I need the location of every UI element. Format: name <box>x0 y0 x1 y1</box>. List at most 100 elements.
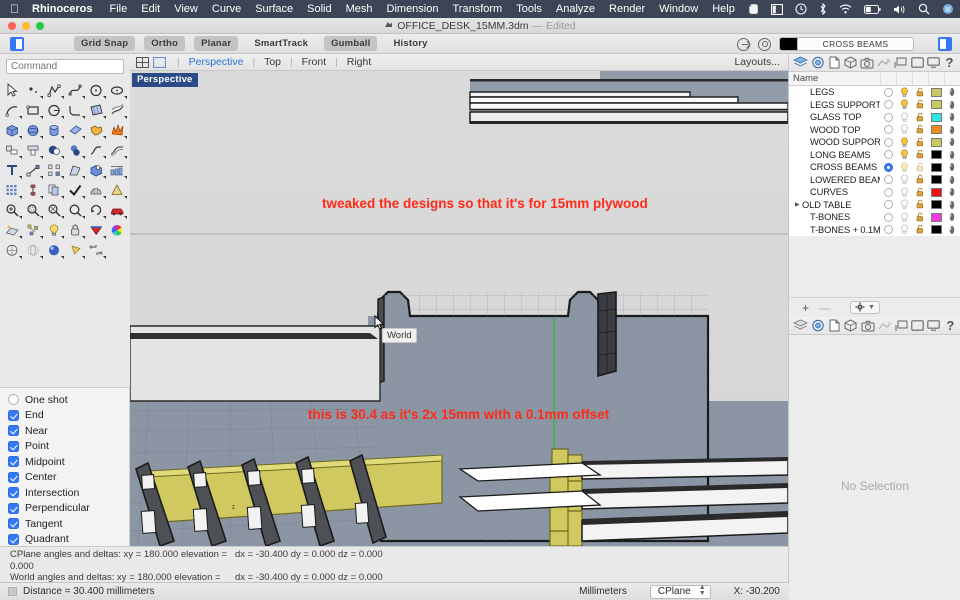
table-row[interactable]: CROSS BEAMS <box>789 161 960 174</box>
layer-current-toggle[interactable] <box>880 212 896 222</box>
osnap-midpoint-checkbox[interactable] <box>8 456 19 468</box>
zoom-window-icon[interactable] <box>23 200 44 220</box>
color-swatch[interactable] <box>930 212 942 222</box>
osnap-center-checkbox[interactable] <box>8 471 19 483</box>
wifi-icon[interactable] <box>833 4 858 14</box>
layer-material[interactable] <box>944 225 960 235</box>
osnap-point[interactable]: Point <box>8 439 129 455</box>
toggle-smarttrack[interactable]: SmartTrack <box>247 36 315 51</box>
mesh-icon[interactable] <box>86 180 107 200</box>
menu-solid[interactable]: Solid <box>300 3 338 15</box>
camera-icon[interactable] <box>860 56 874 70</box>
box-icon[interactable] <box>2 120 23 140</box>
explode-icon[interactable] <box>107 120 128 140</box>
display-icon[interactable] <box>895 319 908 333</box>
globe-icon[interactable] <box>936 3 960 15</box>
layer-color-swatch[interactable] <box>928 112 944 122</box>
object-icon[interactable] <box>844 319 857 333</box>
table-row[interactable]: LONG BEAMS <box>789 149 960 162</box>
layer-color-swatch[interactable] <box>928 125 944 135</box>
layer-options-menu[interactable]: ▼ <box>850 301 880 314</box>
osnap-end-checkbox[interactable] <box>8 409 19 421</box>
rendered-view-icon[interactable] <box>44 240 65 260</box>
table-row[interactable]: WOOD SUPPORT <box>789 136 960 149</box>
table-row[interactable]: LOWERED BEAMS <box>789 174 960 187</box>
layer-visibility-toggle[interactable] <box>896 212 912 223</box>
menu-edit[interactable]: Edit <box>134 3 167 15</box>
toggle-planar[interactable]: Planar <box>194 36 239 51</box>
table-row[interactable]: ▶ OLD TABLE <box>789 199 960 212</box>
boolean-difference-icon[interactable] <box>44 140 65 160</box>
layer-color-swatch[interactable] <box>928 200 944 210</box>
color-wheel-icon[interactable] <box>107 220 128 240</box>
layer-color-swatch[interactable] <box>928 100 944 110</box>
color-swatch[interactable] <box>930 137 942 147</box>
layers-icon[interactable] <box>793 319 808 333</box>
lighting-icon[interactable] <box>878 319 892 333</box>
perspective-viewport[interactable]: Perspective z World tweaked the designs … <box>130 71 788 546</box>
osnap-tangent-checkbox[interactable] <box>8 518 19 530</box>
layer-current-toggle[interactable] <box>880 200 896 210</box>
toggle-ortho[interactable]: Ortho <box>144 36 186 51</box>
solid-tools-icon[interactable] <box>86 160 107 180</box>
layer-visibility-toggle[interactable] <box>896 162 912 173</box>
zoom-selected-icon[interactable] <box>44 200 65 220</box>
layer-lock-toggle[interactable] <box>912 187 928 198</box>
layer-lock-toggle[interactable] <box>912 174 928 185</box>
layer-material[interactable] <box>944 100 960 110</box>
close-button[interactable] <box>8 22 16 30</box>
layer-color-swatch[interactable] <box>928 175 944 185</box>
text-icon[interactable] <box>2 160 23 180</box>
circle-icon[interactable] <box>86 80 107 100</box>
menu-mesh[interactable]: Mesh <box>339 3 380 15</box>
cone-icon[interactable] <box>107 180 128 200</box>
layout-icon[interactable] <box>86 240 107 260</box>
lighting-icon[interactable] <box>877 56 891 70</box>
point-icon[interactable] <box>23 80 44 100</box>
check-icon[interactable] <box>65 180 86 200</box>
help-icon[interactable]: ? <box>943 55 956 70</box>
layer-current-toggle[interactable] <box>880 125 896 135</box>
boolean-union-icon[interactable] <box>86 120 107 140</box>
display-icon[interactable] <box>894 56 907 70</box>
table-row[interactable]: WOOD TOP <box>789 124 960 137</box>
layer-visibility-toggle[interactable] <box>896 224 912 235</box>
toggle-history[interactable]: History <box>386 36 434 51</box>
layer-current-toggle[interactable] <box>880 162 896 172</box>
volume-icon[interactable] <box>887 4 912 15</box>
radio-button[interactable] <box>883 125 893 135</box>
layer-list[interactable]: LEGS LEGS SUPPORT GLASS TOP WOOD TOP WOO… <box>789 86 960 236</box>
menu-transform[interactable]: Transform <box>445 3 509 15</box>
layer-visibility-toggle[interactable] <box>896 99 912 110</box>
minimize-button[interactable] <box>22 22 30 30</box>
table-row[interactable]: T-BONES + 0.1MM OF... <box>789 224 960 237</box>
layer-visibility-toggle[interactable] <box>896 112 912 123</box>
remove-layer-button[interactable]: — <box>814 301 836 315</box>
curve-icon[interactable] <box>65 80 86 100</box>
layer-current-toggle[interactable] <box>880 175 896 185</box>
osnap-tangent[interactable]: Tangent <box>8 516 129 532</box>
menu-dimension[interactable]: Dimension <box>380 3 446 15</box>
toggle-gumball[interactable]: Gumball <box>324 36 378 51</box>
current-layer-color-swatch[interactable] <box>780 38 798 50</box>
move-icon[interactable] <box>23 160 44 180</box>
ellipse-icon[interactable] <box>107 80 128 100</box>
polyline-icon[interactable] <box>44 80 65 100</box>
loft-icon[interactable] <box>107 100 128 120</box>
zoom-extents-icon[interactable] <box>65 200 86 220</box>
select-arrow-icon[interactable] <box>2 80 23 100</box>
color-swatch[interactable] <box>930 112 942 122</box>
osnap-one-shot-checkbox[interactable] <box>8 394 19 406</box>
circle-center-icon[interactable] <box>44 100 65 120</box>
cylinder-icon[interactable] <box>44 120 65 140</box>
current-layer-selector[interactable]: CROSS BEAMS <box>779 37 914 51</box>
battery-icon[interactable] <box>858 4 887 14</box>
menu-render[interactable]: Render <box>602 3 652 15</box>
fillet-icon[interactable] <box>65 100 86 120</box>
menu-analyze[interactable]: Analyze <box>549 3 602 15</box>
boolean-intersect-icon[interactable] <box>65 140 86 160</box>
osnap-near-checkbox[interactable] <box>8 425 19 437</box>
color-swatch[interactable] <box>930 100 942 110</box>
layer-lock-toggle[interactable] <box>912 149 928 160</box>
rotate-view-icon[interactable] <box>86 200 107 220</box>
